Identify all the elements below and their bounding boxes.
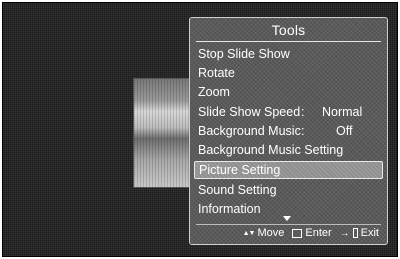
menu-item-rotate[interactable]: Rotate: [190, 64, 387, 83]
scroll-down-arrow-icon[interactable]: [283, 216, 291, 221]
enter-label: Enter: [305, 227, 332, 239]
background-music-value: Off: [336, 123, 353, 138]
exit-hint: → Exit: [340, 227, 379, 239]
panel-title: Tools: [271, 22, 306, 38]
tools-menu-panel: Tools Stop Slide Show Rotate Zoom Slide …: [189, 17, 388, 245]
menu-item-label: Sound Setting: [198, 183, 277, 198]
up-down-arrows-icon: ▲▼: [242, 229, 256, 237]
exit-arrow-icon: →: [339, 227, 350, 239]
tv-screen: Tools Stop Slide Show Rotate Zoom Slide …: [2, 2, 398, 257]
footer-hints: ▲▼ Move Enter → Exit: [243, 227, 379, 239]
enter-icon: [292, 228, 303, 238]
slideshow-photo-thumbnail: [133, 78, 197, 188]
move-label: Move: [257, 227, 285, 239]
slide-show-speed-value: Normal: [322, 104, 363, 119]
move-hint: ▲▼ Move: [243, 227, 285, 239]
menu-item-label: Rotate: [198, 66, 235, 81]
title-divider: [196, 41, 381, 42]
menu-item-slide-show-speed[interactable]: Slide Show Speed : Normal: [190, 103, 387, 122]
menu-item-sound-setting[interactable]: Sound Setting: [190, 181, 387, 200]
menu-item-background-music[interactable]: Background Music : Off: [190, 122, 387, 141]
menu-item-picture-setting[interactable]: Picture Setting: [194, 161, 383, 180]
menu-item-label: Zoom: [198, 85, 230, 100]
menu-item-label: Picture Setting: [199, 163, 281, 178]
menu-item-background-music-setting[interactable]: Background Music Setting: [190, 141, 387, 160]
exit-icon: [352, 228, 358, 238]
menu-item-separator: :: [301, 123, 305, 138]
footer-divider: [196, 224, 381, 225]
menu-item-label: Information: [198, 202, 261, 217]
menu-item-label: Slide Show Speed: [198, 104, 301, 119]
exit-label: Exit: [360, 227, 379, 239]
menu-item-label: Background Music: [198, 123, 301, 138]
tools-menu-list: Stop Slide Show Rotate Zoom Slide Show S…: [190, 45, 387, 220]
menu-item-stop-slide-show[interactable]: Stop Slide Show: [190, 45, 387, 64]
menu-item-zoom[interactable]: Zoom: [190, 83, 387, 102]
enter-hint: Enter: [292, 227, 332, 239]
menu-item-separator: :: [301, 104, 305, 119]
menu-item-label: Stop Slide Show: [198, 47, 290, 61]
menu-item-label: Background Music Setting: [198, 142, 344, 157]
